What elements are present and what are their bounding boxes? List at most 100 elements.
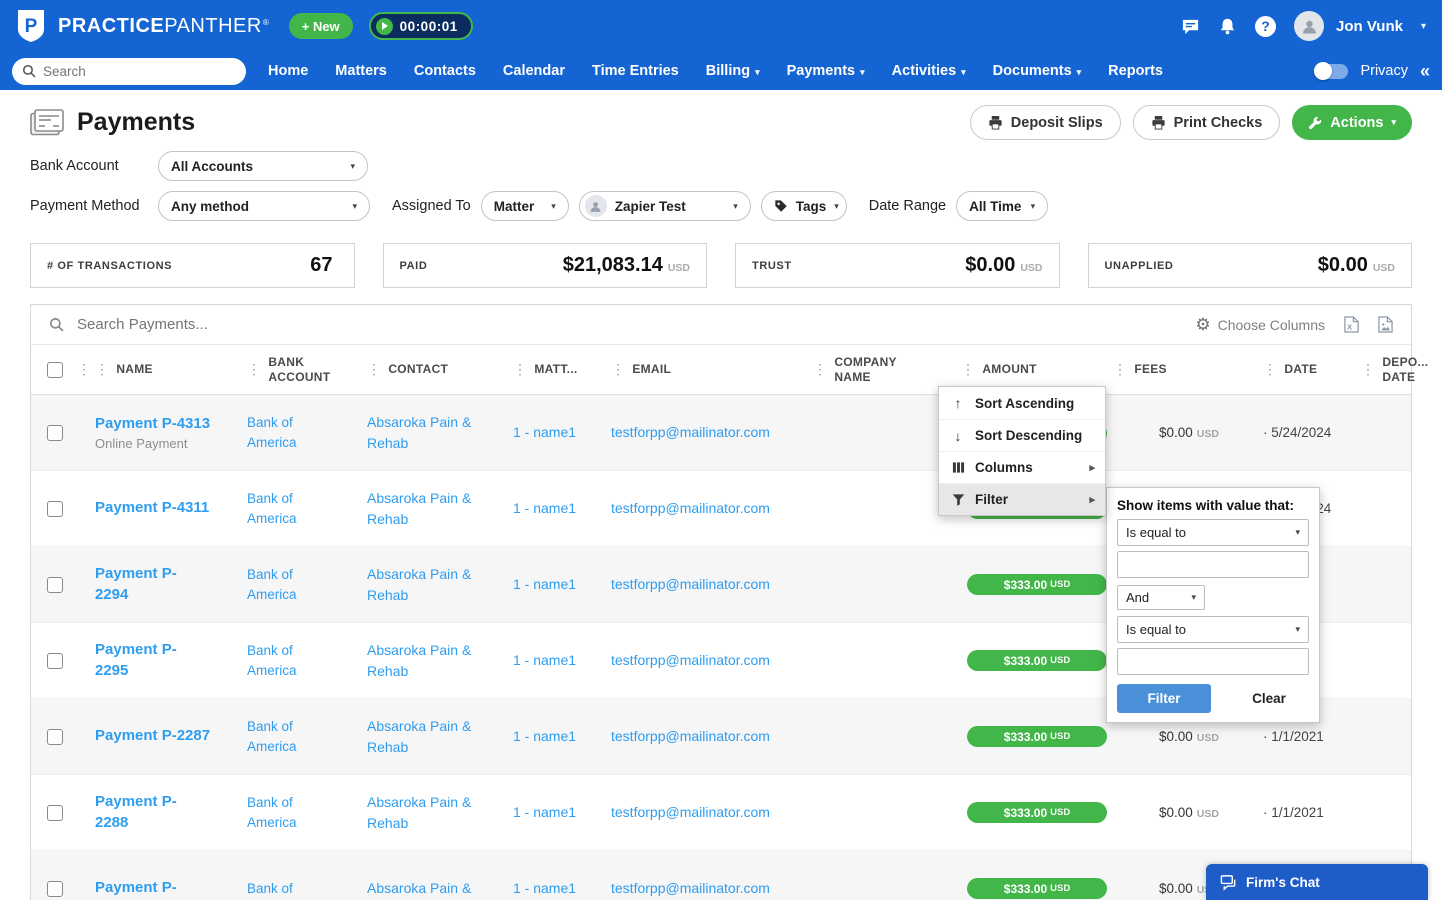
contact-link[interactable]: Absaroka Pain & Rehab — [367, 412, 489, 453]
column-header-name[interactable]: ⋮ NAME — [95, 361, 247, 378]
column-menu-icon[interactable]: ⋮ — [367, 361, 381, 378]
payment-name-link[interactable]: Payment P- 2288 — [95, 792, 177, 833]
nav-item[interactable]: Payments ▾ — [787, 63, 865, 79]
column-header-deposit-date[interactable]: ⋮ DEPO... DATE — [1361, 355, 1432, 385]
filter-value-input-2[interactable] — [1117, 648, 1309, 675]
matter-link[interactable]: 1 - name1 — [513, 728, 576, 744]
practicepanther-logo-icon[interactable]: P — [16, 9, 46, 43]
filter-value-input-1[interactable] — [1117, 551, 1309, 578]
new-button[interactable]: + New — [288, 13, 353, 39]
row-checkbox[interactable] — [47, 576, 63, 593]
column-menu-icon[interactable]: ⋮ — [813, 361, 827, 378]
excel-export-icon[interactable]: X — [1344, 316, 1359, 333]
column-menu-icon[interactable]: ⋮ — [1361, 361, 1375, 378]
column-header-company-name[interactable]: ⋮ COMPANY NAME — [813, 355, 961, 385]
nav-item[interactable]: Home — [268, 63, 308, 79]
privacy-toggle[interactable] — [1314, 61, 1349, 80]
nav-item[interactable]: Contacts — [414, 63, 476, 79]
filter-logic-select[interactable]: And ▾ — [1117, 585, 1205, 610]
deposit-slips-button[interactable]: Deposit Slips — [969, 105, 1121, 140]
user-name[interactable]: Jon Vunk — [1336, 18, 1403, 35]
matter-link[interactable]: 1 - name1 — [513, 880, 576, 896]
print-checks-button[interactable]: Print Checks — [1132, 105, 1281, 140]
pdf-export-icon[interactable] — [1378, 316, 1393, 333]
nav-item[interactable]: Time Entries — [592, 63, 679, 79]
clear-filter-button[interactable]: Clear — [1229, 684, 1309, 713]
bank-account-link[interactable]: Bank of America — [247, 413, 315, 452]
payment-method-select[interactable]: Any method ▾ — [158, 191, 370, 221]
notifications-bell-icon[interactable] — [1218, 17, 1237, 36]
payment-name-link[interactable]: Payment P-2287 — [95, 726, 210, 746]
bank-account-link[interactable]: Bank of America — [247, 793, 315, 832]
timer-play-icon[interactable] — [375, 17, 393, 35]
date-range-select[interactable]: All Time ▾ — [956, 191, 1049, 221]
matter-link[interactable]: 1 - name1 — [513, 652, 576, 668]
matter-link[interactable]: 1 - name1 — [513, 804, 576, 820]
nav-item[interactable]: Activities ▾ — [892, 63, 966, 79]
row-checkbox[interactable] — [47, 728, 63, 745]
row-checkbox[interactable] — [47, 804, 63, 821]
matter-link[interactable]: 1 - name1 — [513, 424, 576, 440]
contact-link[interactable]: Absaroka Pain & Rehab — [367, 716, 489, 757]
column-menu-icon[interactable]: ⋮ — [95, 361, 109, 378]
contact-link[interactable]: Absaroka Pain & Rehab — [367, 564, 489, 605]
matter-link[interactable]: 1 - name1 — [513, 576, 576, 592]
menu-item-sort-ascending[interactable]: ↑ Sort Ascending — [939, 387, 1105, 419]
menu-item-filter[interactable]: Filter ▸ — [939, 483, 1105, 515]
column-header-matter[interactable]: ⋮ MATT... — [513, 361, 611, 378]
messages-icon[interactable] — [1181, 17, 1200, 36]
column-header-amount[interactable]: ⋮ AMOUNT — [961, 361, 1113, 378]
column-menu-icon[interactable]: ⋮ — [1113, 361, 1127, 378]
choose-columns-button[interactable]: ⚙ Choose Columns — [1195, 316, 1325, 333]
nav-item[interactable]: Billing ▾ — [706, 63, 760, 79]
firms-chat-bar[interactable]: Firm's Chat — [1206, 864, 1428, 900]
actions-button[interactable]: Actions ▾ — [1292, 105, 1412, 140]
email-link[interactable]: testforpp@mailinator.com — [611, 576, 770, 592]
row-checkbox[interactable] — [47, 424, 63, 441]
global-search[interactable] — [12, 57, 246, 85]
column-header-fees[interactable]: ⋮ FEES — [1113, 361, 1259, 378]
column-menu-icon[interactable]: ⋮ — [1263, 361, 1277, 378]
column-header-email[interactable]: ⋮ EMAIL — [611, 361, 813, 378]
nav-item[interactable]: Reports — [1108, 63, 1163, 79]
user-menu-caret-icon[interactable]: ▾ — [1421, 21, 1426, 32]
select-all-checkbox[interactable] — [47, 361, 63, 378]
bank-account-select[interactable]: All Accounts ▾ — [158, 151, 368, 181]
nav-item[interactable]: Matters — [335, 63, 387, 79]
collapse-nav-icon[interactable]: « — [1420, 61, 1430, 82]
email-link[interactable]: testforpp@mailinator.com — [611, 424, 770, 440]
payment-name-link[interactable]: Payment P- 2295 — [95, 640, 177, 681]
nav-item[interactable]: Calendar — [503, 63, 565, 79]
email-link[interactable]: testforpp@mailinator.com — [611, 804, 770, 820]
bank-account-link[interactable]: Bank of America — [247, 717, 315, 756]
column-header-bank-account[interactable]: ⋮ BANK ACCOUNT — [247, 355, 367, 385]
filter-operator-select-1[interactable]: Is equal to ▾ — [1117, 519, 1309, 546]
column-menu-icon[interactable]: ⋮ — [611, 361, 625, 378]
bank-account-link[interactable]: Bank of — [247, 879, 293, 899]
payment-name-link[interactable]: Payment P- 2294 — [95, 564, 177, 605]
email-link[interactable]: testforpp@mailinator.com — [611, 500, 770, 516]
row-checkbox[interactable] — [47, 652, 63, 669]
contact-link[interactable]: Absaroka Pain & Rehab — [367, 488, 489, 529]
global-search-input[interactable] — [43, 63, 236, 79]
payment-name-link[interactable]: Payment P- — [95, 878, 177, 898]
nav-item[interactable]: Documents ▾ — [993, 63, 1082, 79]
column-header-date[interactable]: ⋮ DATE — [1259, 361, 1361, 378]
row-checkbox[interactable] — [47, 500, 63, 517]
payment-name-link[interactable]: Payment P-4313 — [95, 414, 210, 434]
bank-account-link[interactable]: Bank of America — [247, 641, 315, 680]
email-link[interactable]: testforpp@mailinator.com — [611, 728, 770, 744]
assigned-matter-select[interactable]: Matter ▾ — [480, 191, 569, 221]
bank-account-link[interactable]: Bank of America — [247, 565, 315, 604]
row-checkbox[interactable] — [47, 880, 63, 897]
column-menu-icon[interactable]: ⋮ — [513, 361, 527, 378]
email-link[interactable]: testforpp@mailinator.com — [611, 880, 770, 896]
matter-link[interactable]: 1 - name1 — [513, 500, 576, 516]
email-link[interactable]: testforpp@mailinator.com — [611, 652, 770, 668]
assignee-select[interactable]: Zapier Test ▾ — [578, 191, 751, 221]
bank-account-link[interactable]: Bank of America — [247, 489, 315, 528]
timer-widget[interactable]: 00:00:01 — [368, 12, 473, 40]
menu-item-columns[interactable]: Columns ▸ — [939, 451, 1105, 483]
user-avatar[interactable] — [1294, 11, 1325, 41]
contact-link[interactable]: Absaroka Pain & Rehab — [367, 792, 489, 833]
